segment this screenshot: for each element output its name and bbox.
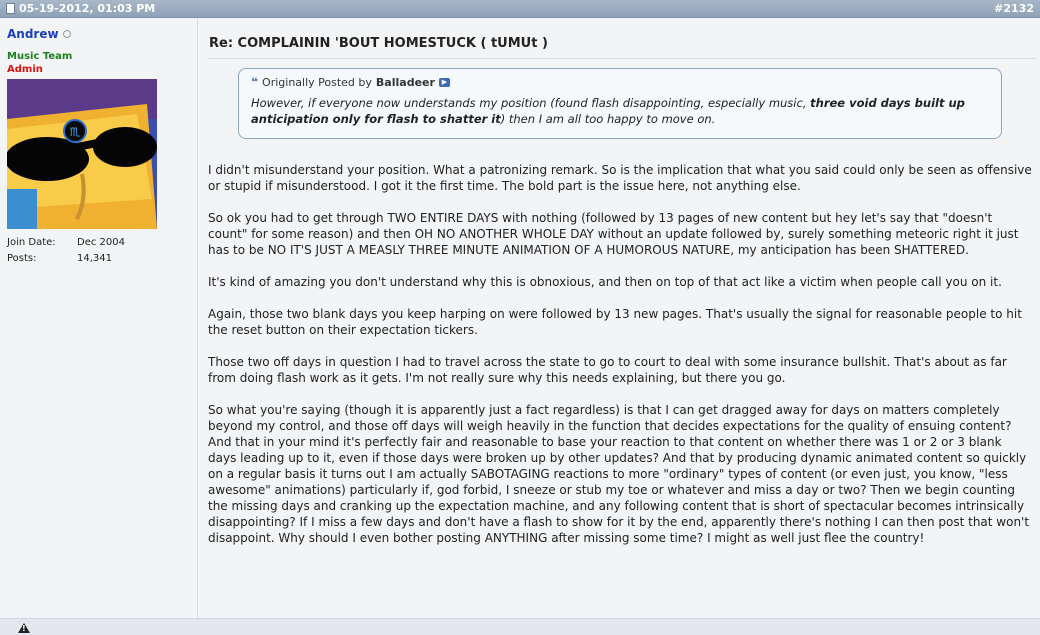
quote-icon: ❝ [251, 75, 259, 89]
post-count-row: Posts: 14,341 [7, 253, 112, 264]
post-number-link[interactable]: #2132 [994, 2, 1034, 15]
join-date-label: Join Date: [7, 237, 56, 248]
offline-status-icon [62, 30, 71, 38]
user-rank: Admin [7, 64, 43, 75]
forum-post: 05-19-2012, 01:03 PM #2132 Andrew Music … [0, 0, 1040, 635]
post-icon [6, 3, 15, 14]
post-date: 05-19-2012, 01:03 PM [6, 2, 155, 15]
join-date-value: Dec 2004 [77, 237, 125, 248]
post-footer-bar [0, 618, 1040, 635]
title-divider [207, 58, 1036, 59]
post-count-label: Posts: [7, 253, 37, 264]
post-paragraph: I didn't misunderstand your position. Wh… [208, 163, 1032, 193]
post-paragraph: Again, those two blank days you keep har… [208, 307, 1022, 337]
join-date-row: Join Date: Dec 2004 [7, 237, 125, 248]
view-post-icon[interactable]: ▶ [438, 77, 450, 87]
quote-text: However, if everyone now understands my … [251, 95, 991, 127]
post-paragraph: So what you're saying (though it is appa… [208, 403, 1030, 545]
username-link[interactable]: Andrew [7, 27, 59, 41]
quote-box: ❝ Originally Posted by Balladeer ▶ Howev… [238, 68, 1002, 139]
post-paragraph: So ok you had to get through TWO ENTIRE … [208, 211, 1019, 257]
report-warning-icon[interactable] [18, 623, 30, 633]
post-count-value: 14,341 [77, 253, 112, 264]
quote-header: ❝ Originally Posted by Balladeer ▶ [251, 75, 450, 89]
post-content: Re: COMPLAININ 'BOUT HOMESTUCK ( tUMUt )… [198, 18, 1040, 634]
svg-text:♏: ♏ [70, 125, 81, 139]
username-row: Andrew [7, 27, 71, 41]
quote-prefix: Originally Posted by [262, 75, 372, 89]
quote-text-after: ) then I am all too happy to move on. [500, 112, 716, 126]
user-avatar[interactable]: ♏ [7, 79, 157, 229]
quote-text-before: However, if everyone now understands my … [251, 96, 811, 110]
user-team: Music Team [7, 51, 73, 62]
user-info-panel: Andrew Music Team Admin ♏ Join Date: Dec… [0, 18, 198, 618]
post-paragraph: Those two off days in question I had to … [208, 355, 1007, 385]
post-date-text: 05-19-2012, 01:03 PM [19, 2, 156, 15]
post-header-bar: 05-19-2012, 01:03 PM #2132 [0, 0, 1040, 18]
quote-author: Balladeer [375, 75, 435, 89]
post-body: I didn't misunderstand your position. Wh… [208, 162, 1032, 562]
post-title: Re: COMPLAININ 'BOUT HOMESTUCK ( tUMUt ) [209, 36, 548, 51]
post-paragraph: It's kind of amazing you don't understan… [208, 275, 1002, 289]
